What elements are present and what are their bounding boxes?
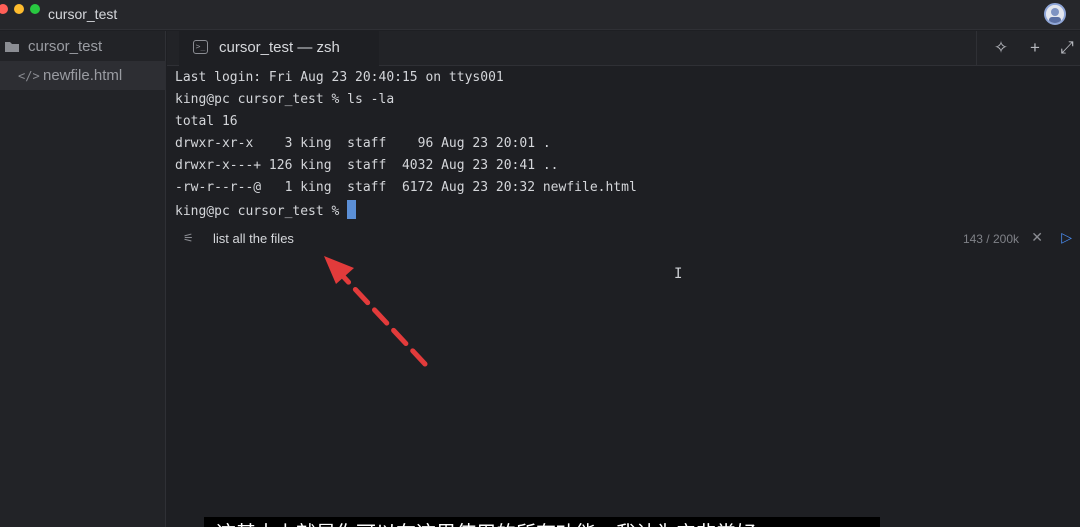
- subtitle-text: 这基本上就是你可以在这里使用的所有功能，我认为它非常好: [216, 517, 756, 527]
- sidebar-item-newfile-html[interactable]: </> newfile.html: [0, 61, 166, 90]
- new-terminal-plus-icon[interactable]: +: [1025, 38, 1045, 58]
- terminal-line: king@pc cursor_test % ls -la: [175, 92, 395, 107]
- video-subtitle: 这基本上就是你可以在这里使用的所有功能，我认为它非常好: [204, 517, 880, 527]
- tab-bar: >_ cursor_test — zsh ✧ + ⤢: [167, 31, 1080, 66]
- text-cursor-ibeam-icon: I: [674, 266, 683, 282]
- red-dashed-arrow-annotation: [324, 256, 428, 367]
- tab-actions: ✧ + ⤢: [976, 31, 1080, 66]
- terminal-line: drwxr-x---+ 126 king staff 4032 Aug 23 2…: [175, 158, 559, 173]
- token-count: 143 / 200k: [962, 232, 1019, 246]
- zoom-window-button[interactable]: [30, 4, 40, 14]
- tab-terminal-zsh[interactable]: >_ cursor_test — zsh: [179, 31, 379, 66]
- terminal-line: Last login: Fri Aug 23 20:40:15 on ttys0…: [175, 70, 504, 85]
- close-icon[interactable]: ✕: [1031, 229, 1043, 246]
- sidebar-folder-label: cursor_test: [28, 38, 103, 55]
- sidebar-folder-cursor-test[interactable]: cursor_test: [0, 32, 166, 61]
- terminal-cursor: [347, 200, 357, 219]
- sparkle-ai-icon[interactable]: ✧: [991, 38, 1011, 58]
- terminal-line: total 16: [175, 114, 238, 129]
- minimize-window-button[interactable]: [14, 4, 24, 14]
- send-icon[interactable]: ▷: [1061, 229, 1072, 246]
- code-file-icon: </>: [18, 69, 40, 83]
- folder-icon: [5, 42, 19, 52]
- user-avatar-icon: [1046, 5, 1064, 23]
- title-bar: cursor_test: [0, 0, 1080, 30]
- settings-sliders-icon[interactable]: ⚟: [183, 231, 194, 245]
- window-title: cursor_test: [48, 6, 118, 22]
- avatar[interactable]: [1044, 3, 1066, 25]
- terminal-line: -rw-r--r--@ 1 king staff 6172 Aug 23 20:…: [175, 180, 637, 195]
- tab-label: cursor_test — zsh: [219, 39, 340, 56]
- file-explorer: cursor_test </> newfile.html: [0, 31, 166, 527]
- terminal-prompt: king@pc cursor_test %: [175, 204, 348, 219]
- expand-icon[interactable]: ⤢: [1057, 38, 1077, 58]
- sidebar-item-label: newfile.html: [43, 67, 123, 84]
- ai-command-bar: ⚟ list all the files 143 / 200k ✕ ▷: [167, 226, 1080, 252]
- ai-command-input[interactable]: list all the files: [213, 231, 294, 246]
- close-window-button[interactable]: [0, 4, 8, 14]
- terminal-icon: >_: [193, 40, 208, 54]
- terminal-line: drwxr-xr-x 3 king staff 96 Aug 23 20:01 …: [175, 136, 551, 151]
- terminal-prompt-line: king@pc cursor_test %: [175, 200, 357, 220]
